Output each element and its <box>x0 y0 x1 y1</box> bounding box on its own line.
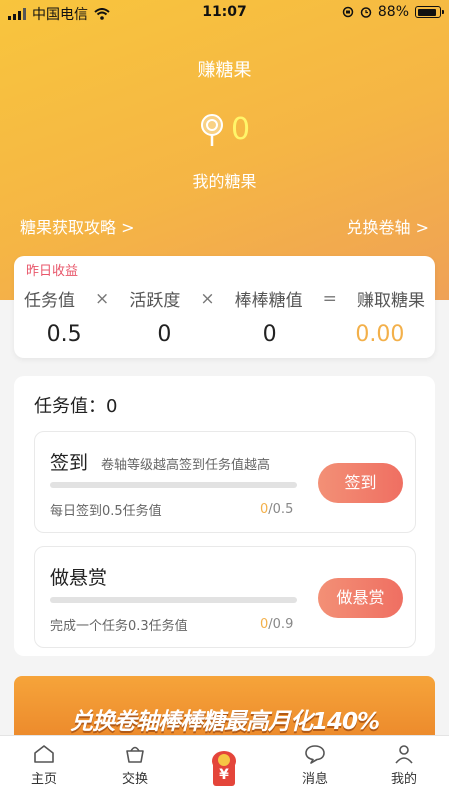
task-progress-text: 0/0.5 <box>260 502 294 517</box>
header-panel: 中国电信 11:07 88% 赚糖果 0 我的糖果 糖果获取攻略 > 兑换卷轴 … <box>0 0 449 300</box>
lollipop-icon <box>200 113 223 146</box>
page-title: 赚糖果 <box>197 60 252 81</box>
earned-candy-value: 0.00 <box>355 322 405 347</box>
svg-text:¥: ¥ <box>219 767 229 783</box>
red-envelope-yuan-icon[interactable]: ¥ <box>202 746 246 790</box>
task-card: 任务值：0 签到 卷轴等级越高签到任务值越高 每日签到0.5任务值 0/0.5 … <box>14 376 435 656</box>
task-progress-bar <box>50 482 297 488</box>
tab-label: 我的 <box>390 772 417 787</box>
lollipop-value: 0 <box>262 322 277 347</box>
task-item-bounty: 做悬赏 完成一个任务0.3任务值 0/0.9 做悬赏 <box>34 546 416 648</box>
task-name: 签到 <box>50 452 89 474</box>
status-bar: 中国电信 11:07 88% <box>0 0 449 26</box>
activity-label: 活跃度 <box>129 291 181 311</box>
task-progress-bar <box>50 597 297 603</box>
earnings-card: 昨日收益 任务值 × 活跃度 × 棒棒糖值 = 赚取糖果 0.5 0 0 0.0… <box>14 256 435 358</box>
candy-label: 我的糖果 <box>192 172 257 191</box>
home-icon <box>34 745 54 763</box>
task-reward-text: 完成一个任务0.3任务值 <box>50 619 188 634</box>
candy-guide-link[interactable]: 糖果获取攻略 > <box>20 214 135 238</box>
earned-candy-label: 赚取糖果 <box>356 291 425 311</box>
tab-label: 主页 <box>30 772 57 787</box>
promo-banner-text: 兑换卷轴棒棒糖最高月化140% <box>69 709 380 735</box>
tab-home[interactable]: 主页 <box>9 744 79 787</box>
checkin-button[interactable]: 签到 <box>318 463 403 503</box>
activity-value: 0 <box>157 322 172 347</box>
task-description: 卷轴等级越高签到任务值越高 <box>101 458 271 473</box>
lollipop-value-label: 棒棒糖值 <box>234 291 303 311</box>
battery-percent: 88% <box>377 4 409 20</box>
alarm-icon <box>360 7 372 18</box>
task-item-checkin: 签到 卷轴等级越高签到任务值越高 每日签到0.5任务值 0/0.5 签到 <box>34 431 416 533</box>
task-value-label: 任务值 <box>24 291 76 311</box>
candy-count: 0 <box>230 112 251 147</box>
tab-exchange[interactable]: 交换 <box>100 744 170 787</box>
message-icon <box>305 745 325 764</box>
task-reward-text: 每日签到0.5任务值 <box>50 504 162 519</box>
tab-mine[interactable]: 我的 <box>369 744 439 787</box>
yesterday-earnings-tag: 昨日收益 <box>26 264 79 279</box>
tab-label: 消息 <box>301 772 328 787</box>
profile-icon <box>395 745 413 764</box>
task-value: 0.5 <box>46 322 82 347</box>
promo-banner[interactable]: 兑换卷轴棒棒糖最高月化140% <box>14 676 435 738</box>
task-progress-text: 0/0.9 <box>260 617 294 632</box>
multiply-operator: × <box>200 288 215 309</box>
equals-operator: = <box>322 288 337 309</box>
multiply-operator: × <box>95 288 110 309</box>
exchange-basket-icon <box>126 746 144 763</box>
tab-label: 交换 <box>121 772 148 787</box>
task-value-title: 任务值：0 <box>34 396 118 417</box>
task-name: 做悬赏 <box>50 567 108 589</box>
exchange-scroll-link[interactable]: 兑换卷轴 > <box>347 214 430 238</box>
orientation-lock-icon <box>342 6 354 18</box>
battery-icon <box>415 6 444 18</box>
tab-messages[interactable]: 消息 <box>280 744 350 787</box>
do-bounty-button[interactable]: 做悬赏 <box>318 578 403 618</box>
